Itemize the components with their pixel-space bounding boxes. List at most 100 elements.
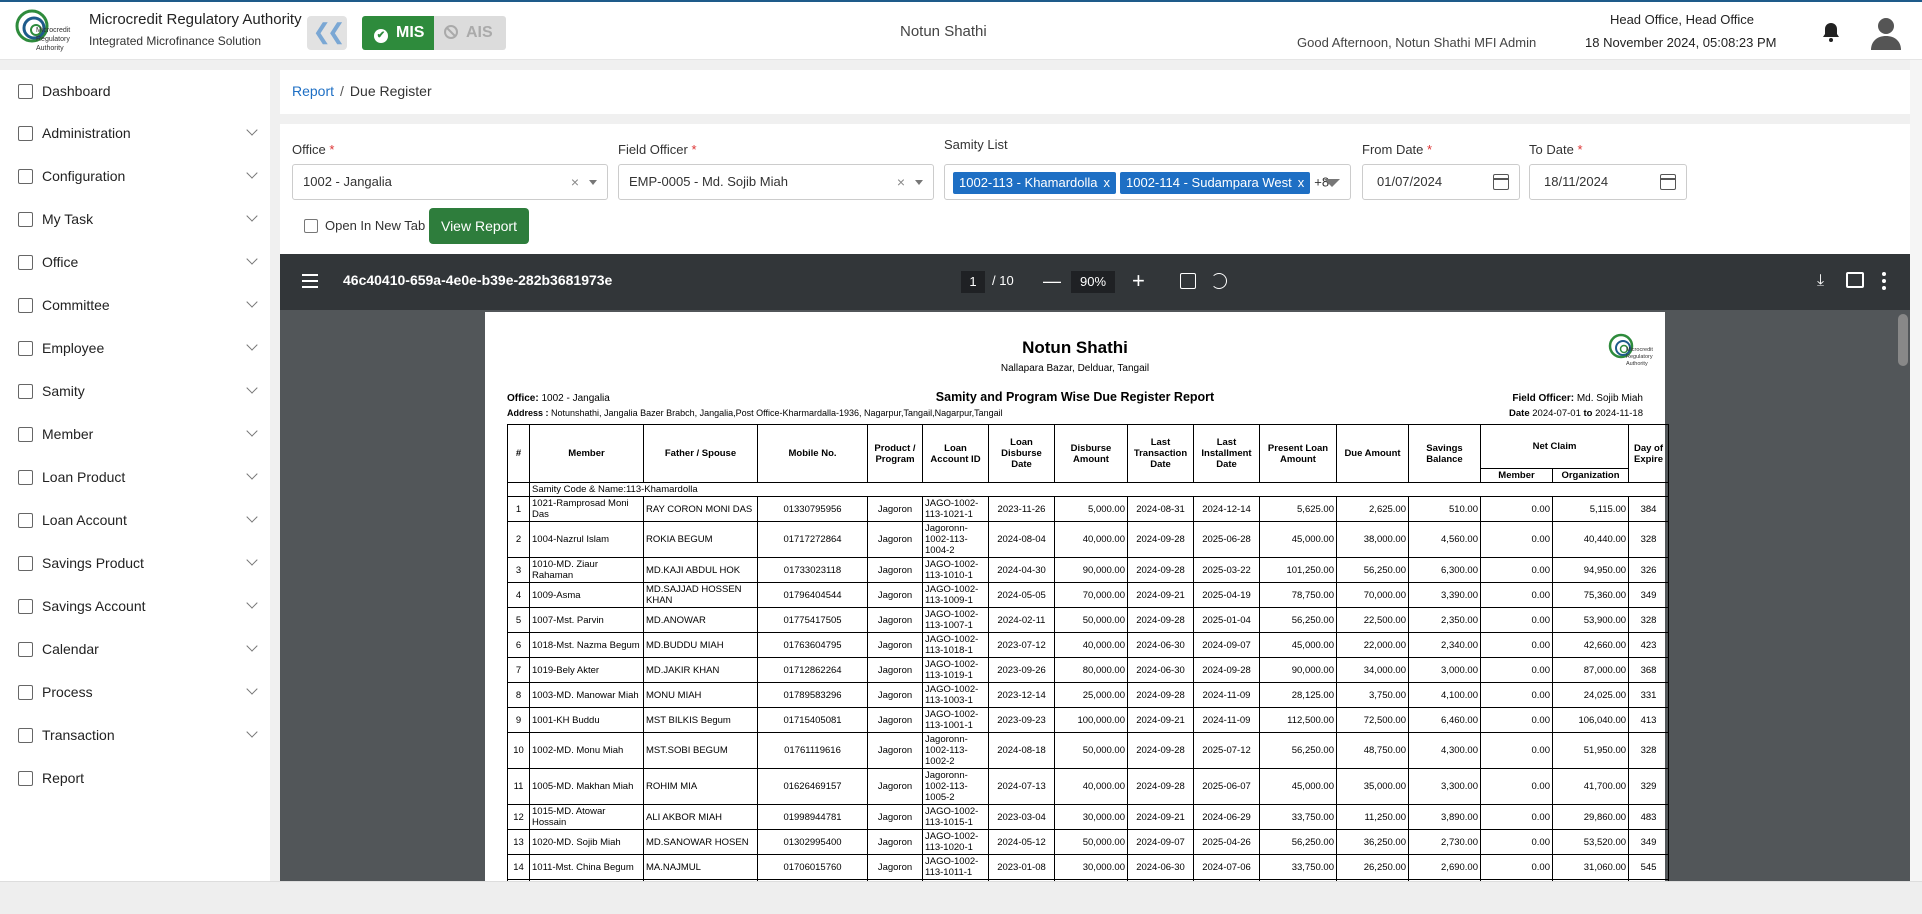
pdf-scrollbar[interactable] [1898, 314, 1908, 366]
sliders-icon [18, 169, 33, 184]
table-cell: 2023-11-26 [988, 496, 1055, 522]
zoom-input[interactable]: 90% [1071, 271, 1115, 293]
sidebar-item-administration[interactable]: Administration [0, 114, 270, 154]
print-icon[interactable] [1846, 272, 1864, 288]
chevron-down-icon[interactable] [246, 468, 258, 480]
chevron-down-icon[interactable] [246, 597, 258, 609]
breadcrumb-report-link[interactable]: Report [292, 83, 334, 99]
zoom-in-icon[interactable]: + [1132, 270, 1145, 292]
calendar-icon[interactable] [1660, 174, 1676, 190]
sidebar-item-label: Savings Product [42, 555, 144, 571]
chevron-down-icon[interactable] [246, 253, 258, 265]
open-new-tab-checkbox[interactable] [304, 219, 318, 233]
sidebar-item-report[interactable]: Report [0, 759, 270, 799]
user-avatar[interactable] [1870, 16, 1902, 50]
greeting-text: Good Afternoon, Notun Shathi MFI Admin [1297, 35, 1537, 50]
chevron-down-icon[interactable] [246, 511, 258, 523]
samity-tag[interactable]: 1002-114 - Sudampara West x [1120, 171, 1311, 194]
sidebar-item-dashboard[interactable]: Dashboard [0, 72, 270, 112]
table-cell: 0.00 [1480, 804, 1553, 830]
table-cell: Jagoron [867, 829, 923, 855]
breadcrumb-card: Report / Due Register [280, 70, 1912, 114]
sidebar-item-samity[interactable]: Samity [0, 372, 270, 412]
zoom-out-icon[interactable]: — [1043, 271, 1061, 291]
sidebar-item-savings-product[interactable]: Savings Product [0, 544, 270, 584]
table-cell: 1003-MD. Manowar Miah [529, 682, 644, 708]
field-officer-select[interactable]: EMP-0005 - Md. Sojib Miah × [618, 164, 934, 200]
ais-toggle-button[interactable]: AIS [434, 16, 506, 50]
chevron-down-icon[interactable] [246, 382, 258, 394]
page-scrollbar[interactable] [1910, 60, 1922, 881]
table-cell: 2024-09-28 [1193, 657, 1260, 683]
chevron-down-icon[interactable] [246, 726, 258, 738]
table-cell: 1005-MD. Makhan Miah [529, 768, 644, 805]
page-number-input[interactable]: 1 [961, 271, 985, 293]
sidebar-item-process[interactable]: Process [0, 673, 270, 713]
table-row: 2 1004-Nazrul Islam ROKIA BEGUM 01717272864… [507, 521, 1670, 558]
sidebar-item-transaction[interactable]: Transaction [0, 716, 270, 756]
chevron-down-icon[interactable] [246, 554, 258, 566]
collapse-sidebar-button[interactable]: ❮❮ [307, 16, 347, 50]
sidebar-item-employee[interactable]: Employee [0, 329, 270, 369]
table-cell: 9 [507, 707, 530, 733]
chevron-down-icon[interactable] [246, 124, 258, 136]
table-cell: 2024-06-29 [1193, 804, 1260, 830]
clear-icon[interactable]: × [571, 165, 579, 199]
chevron-down-icon[interactable] [246, 167, 258, 179]
open-new-tab-label[interactable]: Open In New Tab [325, 218, 425, 233]
table-cell: RAY CORON MONI DAS [643, 496, 758, 522]
report-address: Address : Notunshathi, Jangalia Bazer Br… [507, 408, 1003, 418]
chevron-down-icon[interactable] [246, 683, 258, 695]
breadcrumb-current: Due Register [349, 83, 432, 99]
table-cell: 2023-09-26 [988, 657, 1055, 683]
sidebar-item-loan-product[interactable]: Loan Product [0, 458, 270, 498]
sidebar-item-office[interactable]: Office [0, 243, 270, 283]
samity-tag[interactable]: 1002-113 - Khamardolla x [953, 171, 1117, 194]
chevron-down-icon[interactable] [246, 425, 258, 437]
sidebar-item-my-task[interactable]: My Task [0, 200, 270, 240]
building-icon [18, 728, 33, 743]
menu-icon[interactable] [302, 274, 318, 288]
chevron-down-icon[interactable] [246, 339, 258, 351]
from-date-input[interactable]: 01/07/2024 [1362, 164, 1520, 200]
remove-tag-icon[interactable]: x [1298, 175, 1305, 190]
mis-toggle-button[interactable]: ✔ MIS [362, 16, 434, 50]
calendar-icon[interactable] [1493, 174, 1509, 190]
chevron-down-icon[interactable] [246, 640, 258, 652]
view-report-button[interactable]: View Report [429, 208, 529, 244]
mra-logo: Microcredit Regulatory Authority [15, 9, 70, 52]
svg-text:Regulatory: Regulatory [36, 36, 70, 43]
report-date-range: Date 2024-07-01 to 2024-11-18 [1509, 408, 1643, 419]
table-cell: 2024-08-04 [988, 521, 1055, 558]
table-cell: 2024-07-06 [1193, 854, 1260, 880]
sidebar-item-savings-account[interactable]: Savings Account [0, 587, 270, 627]
office-select[interactable]: 1002 - Jangalia × [292, 164, 608, 200]
samity-list-label: Samity List [944, 137, 1008, 152]
table-cell: 483 [1628, 804, 1670, 830]
col-header: Loan Disburse Date [988, 424, 1055, 483]
bell-icon[interactable] [1822, 22, 1840, 42]
chevron-down-icon[interactable] [246, 210, 258, 222]
clear-icon[interactable]: × [897, 165, 905, 199]
sidebar-item-calendar[interactable]: Calendar [0, 630, 270, 670]
fit-page-icon[interactable] [1180, 273, 1196, 289]
more-options-icon[interactable] [1882, 272, 1886, 290]
chevron-down-icon[interactable] [246, 296, 258, 308]
download-icon[interactable]: ⤓ [1817, 272, 1824, 290]
sidebar-item-loan-account[interactable]: Loan Account [0, 501, 270, 541]
samity-multiselect[interactable]: 1002-113 - Khamardolla x 1002-114 - Sudamp… [944, 164, 1351, 200]
rotate-icon[interactable] [1211, 273, 1227, 289]
sidebar-item-committee[interactable]: Committee [0, 286, 270, 326]
table-cell: 56,250.00 [1259, 732, 1337, 769]
col-header: Last Transaction Date [1127, 424, 1194, 483]
remove-tag-icon[interactable]: x [1104, 175, 1111, 190]
sidebar-item-member[interactable]: Member [0, 415, 270, 455]
sidebar-item-configuration[interactable]: Configuration [0, 157, 270, 197]
table-cell: 90,000.00 [1259, 657, 1337, 683]
building-icon [18, 771, 33, 786]
svg-text:Regulatory: Regulatory [1626, 354, 1653, 360]
to-date-input[interactable]: 18/11/2024 [1529, 164, 1687, 200]
table-cell: 90,000.00 [1054, 557, 1128, 583]
table-cell: 2025-07-12 [1193, 732, 1260, 769]
table-cell: 2024-09-28 [1127, 768, 1194, 805]
